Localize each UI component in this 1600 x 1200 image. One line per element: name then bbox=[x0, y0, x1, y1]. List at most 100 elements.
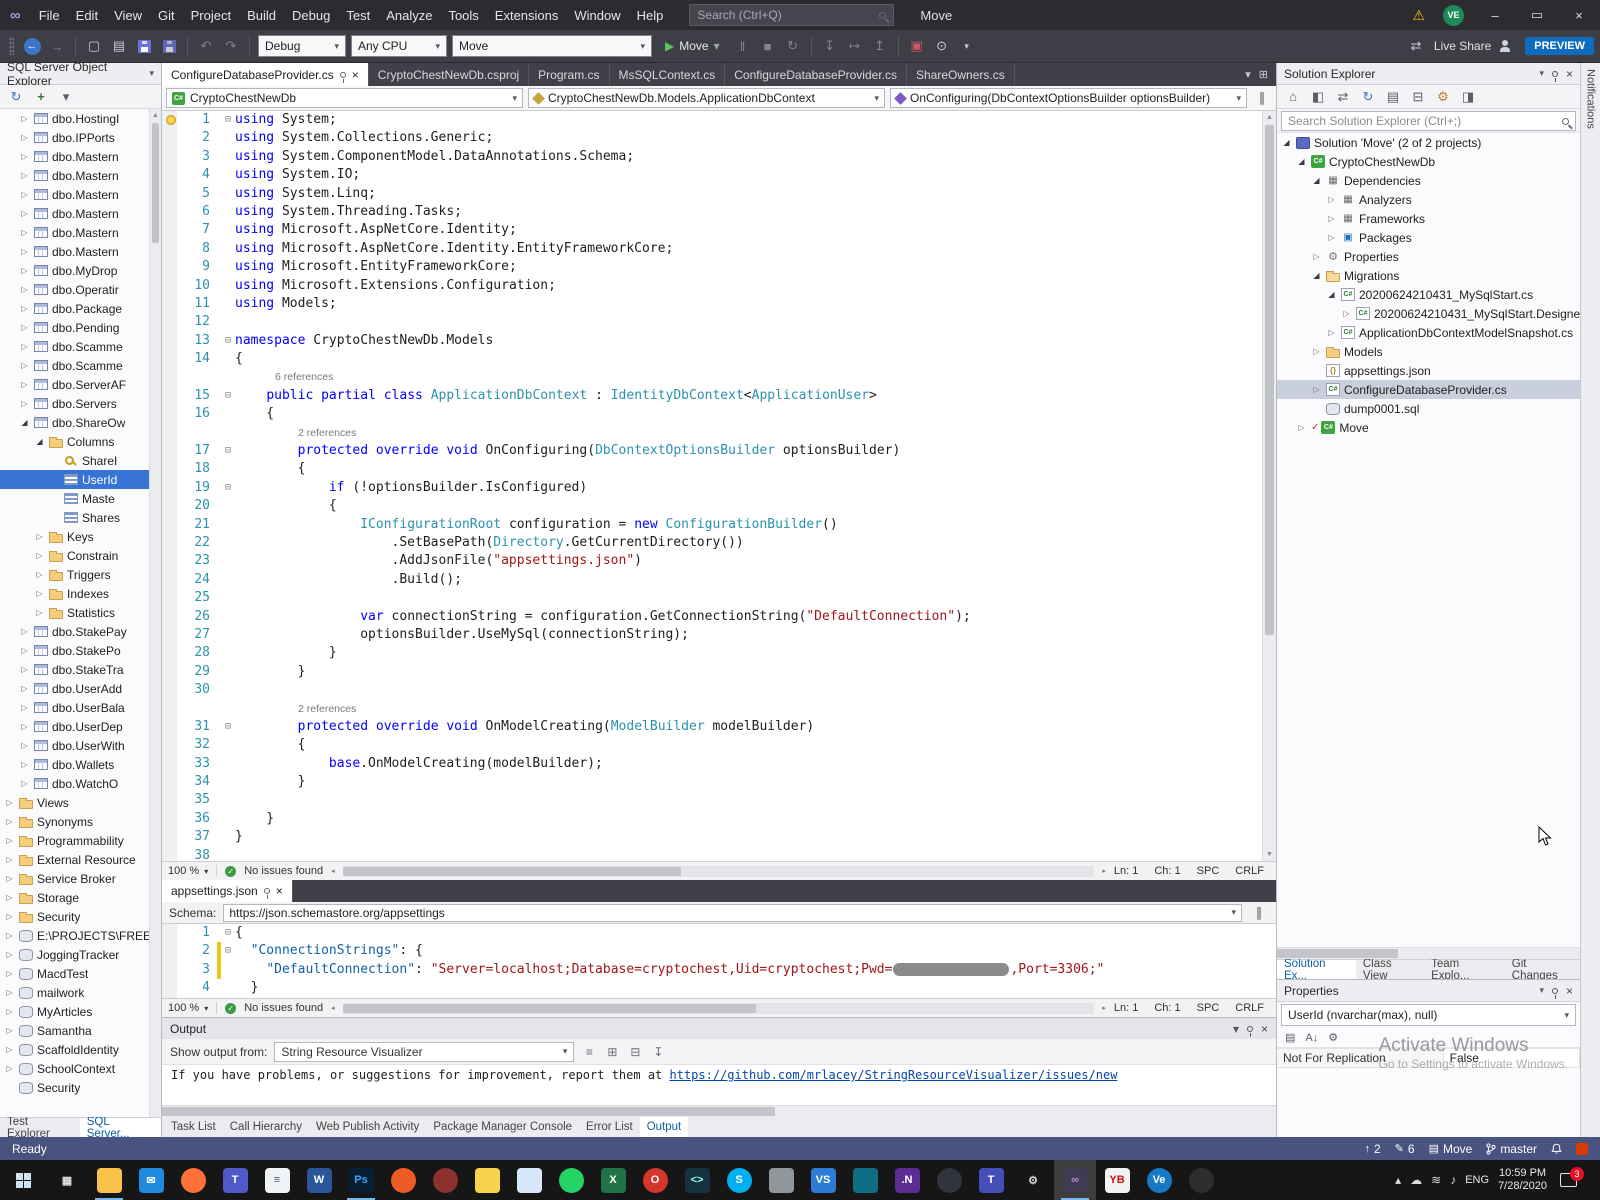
tree-item-dbo-mastern[interactable]: ▷ dbo.Mastern bbox=[0, 147, 161, 166]
code-line[interactable]: 24 .Build(); bbox=[162, 570, 1262, 590]
tree-item-dependencies[interactable]: ◢ ▦ Dependencies bbox=[1277, 171, 1580, 190]
taskbar-ybnet-icon[interactable]: YB bbox=[1096, 1160, 1138, 1200]
code-line[interactable]: 4 using System.IO; bbox=[162, 166, 1262, 185]
codelens-references[interactable]: 2 references bbox=[235, 700, 356, 718]
expand-arrow-icon[interactable]: ▷ bbox=[19, 760, 30, 769]
expand-arrow-icon[interactable]: ▷ bbox=[4, 969, 15, 978]
tree-item-appsettings-json[interactable]: {} appsettings.json bbox=[1277, 361, 1580, 380]
startup-project-dropdown[interactable]: Move ▾ bbox=[452, 35, 652, 57]
expand-arrow-icon[interactable]: ▷ bbox=[34, 589, 45, 598]
taskbar-whatsapp-icon[interactable] bbox=[550, 1160, 592, 1200]
code-line[interactable]: 2 using System.Collections.Generic; bbox=[162, 129, 1262, 148]
code-line[interactable]: 22 .SetBasePath(Directory.GetCurrentDire… bbox=[162, 533, 1262, 553]
expand-arrow-icon[interactable]: ▷ bbox=[4, 931, 15, 940]
expand-arrow-icon[interactable]: ▷ bbox=[19, 665, 30, 674]
tree-item-scaffoldidentity[interactable]: ▷ ScaffoldIdentity bbox=[0, 1040, 161, 1059]
step-into-icon[interactable]: ↧ bbox=[820, 36, 840, 56]
taskbar-app-gray-icon[interactable] bbox=[760, 1160, 802, 1200]
expand-arrow-icon[interactable]: ▷ bbox=[19, 646, 30, 655]
taskbar-code-editor-icon[interactable]: <> bbox=[676, 1160, 718, 1200]
categorized-icon[interactable]: ▤ bbox=[1285, 1031, 1295, 1044]
panel-tab-sql-server[interactable]: SQL Server... bbox=[79, 1116, 161, 1140]
menu-help[interactable]: Help bbox=[629, 0, 672, 30]
code-line[interactable]: 6 using System.Threading.Tasks; bbox=[162, 202, 1262, 222]
breadcrumb-project[interactable]: C# CryptoChestNewDb ▾ bbox=[166, 88, 523, 108]
split-window-icon[interactable]: ∥ bbox=[1249, 903, 1269, 923]
code-line[interactable]: 9 using Microsoft.EntityFrameworkCore; bbox=[162, 258, 1262, 277]
save-icon[interactable] bbox=[134, 36, 154, 56]
fold-marker[interactable]: ⊟ bbox=[221, 387, 235, 405]
filter-icon[interactable]: ▾ bbox=[58, 89, 74, 105]
expand-arrow-icon[interactable]: ▷ bbox=[19, 722, 30, 731]
expand-arrow-icon[interactable]: ▷ bbox=[1341, 309, 1352, 318]
add-sql-server-icon[interactable]: + bbox=[33, 89, 49, 104]
taskbar-ve-app-icon[interactable]: Ve bbox=[1138, 1160, 1180, 1200]
expand-arrow-icon[interactable]: ▷ bbox=[19, 114, 30, 123]
tree-item-20200624210431-mysqlstart-cs[interactable]: ◢ C# 20200624210431_MySqlStart.cs bbox=[1277, 285, 1580, 304]
solution-tree[interactable]: ◢ Solution 'Move' (2 of 2 projects) ◢ C# Cry… bbox=[1277, 133, 1580, 437]
clock[interactable]: 10:59 PM 7/28/2020 bbox=[1498, 1167, 1547, 1193]
clear-all-icon[interactable]: ⊞ bbox=[604, 1045, 620, 1059]
close-icon[interactable]: × bbox=[1566, 984, 1573, 998]
code-line[interactable]: 14 { bbox=[162, 350, 1262, 369]
tree-item-service-broker[interactable]: ▷ Service Broker bbox=[0, 869, 161, 888]
scroll-left-icon[interactable]: ◂ bbox=[331, 1004, 335, 1012]
find-message-icon[interactable]: ≡ bbox=[581, 1045, 597, 1059]
output-window-header[interactable]: Output ▾ × bbox=[162, 1017, 1276, 1039]
expand-arrow-icon[interactable]: ▷ bbox=[19, 323, 30, 332]
expand-arrow-icon[interactable]: ▷ bbox=[1326, 233, 1337, 242]
start-debugging-button[interactable]: ▶ Move ▾ bbox=[657, 34, 728, 58]
start-button[interactable] bbox=[0, 1160, 46, 1200]
float-window-icon[interactable]: ⊞ bbox=[1259, 68, 1268, 81]
code-line[interactable]: 20 { bbox=[162, 497, 1262, 516]
taskbar-word-icon[interactable]: W bbox=[298, 1160, 340, 1200]
panel-tab-package-manager-console[interactable]: Package Manager Console bbox=[426, 1117, 579, 1137]
code-line[interactable]: 2 references bbox=[162, 699, 1262, 718]
fold-marker[interactable]: ⊟ bbox=[221, 111, 235, 129]
taskbar-settings-icon[interactable]: ⚙ bbox=[1012, 1160, 1054, 1200]
panel-tab-solution-ex[interactable]: Solution Ex... bbox=[1277, 958, 1356, 982]
tree-item-sharei[interactable]: ShareI bbox=[0, 451, 161, 470]
warning-icon[interactable]: ⚠ bbox=[1412, 7, 1425, 24]
tree-item-dbo-mastern[interactable]: ▷ dbo.Mastern bbox=[0, 166, 161, 185]
notifications-tab[interactable]: Notifications bbox=[1580, 63, 1600, 1137]
save-all-icon[interactable] bbox=[159, 36, 179, 56]
step-out-icon[interactable]: ↥ bbox=[870, 36, 890, 56]
property-pages-icon[interactable]: ⚙ bbox=[1328, 1031, 1338, 1044]
undo-icon[interactable]: ↶ bbox=[196, 36, 216, 56]
breadcrumb-class[interactable]: CryptoChestNewDb.Models.ApplicationDbCon… bbox=[528, 88, 885, 108]
code-editor[interactable]: 1 ⊟ using System; 2 using System.Collections… bbox=[162, 111, 1276, 861]
active-files-dropdown-icon[interactable]: ▾ bbox=[1245, 68, 1251, 81]
refresh-icon[interactable]: ↻ bbox=[8, 89, 24, 105]
scroll-right-icon[interactable]: ▸ bbox=[1102, 1004, 1106, 1012]
menu-file[interactable]: File bbox=[31, 0, 68, 30]
taskbar-mail-icon[interactable]: ✉ bbox=[130, 1160, 172, 1200]
expand-arrow-icon[interactable]: ▷ bbox=[4, 855, 15, 864]
tree-item-dbo-mydrop[interactable]: ▷ dbo.MyDrop bbox=[0, 261, 161, 280]
taskbar-excel-icon[interactable]: X bbox=[592, 1160, 634, 1200]
expand-arrow-icon[interactable]: ▷ bbox=[1311, 252, 1322, 261]
collapse-arrow-icon[interactable]: ◢ bbox=[1311, 176, 1322, 185]
preview-selected-items-icon[interactable]: ◨ bbox=[1460, 89, 1476, 105]
taskbar-opera-icon[interactable]: O bbox=[634, 1160, 676, 1200]
expand-arrow-icon[interactable]: ▷ bbox=[19, 779, 30, 788]
taskbar-app-maroon-icon[interactable] bbox=[424, 1160, 466, 1200]
chevron-down-icon[interactable]: ▾ bbox=[1233, 1022, 1239, 1036]
back-icon[interactable]: ⌂ bbox=[1285, 89, 1301, 104]
tree-item-dbo-operatir[interactable]: ▷ dbo.Operatir bbox=[0, 280, 161, 299]
expand-arrow-icon[interactable]: ▷ bbox=[34, 532, 45, 541]
tree-item-configuredatabaseprovider-cs[interactable]: ▷ C# ConfigureDatabaseProvider.cs bbox=[1277, 380, 1580, 399]
tree-item-myarticles[interactable]: ▷ MyArticles bbox=[0, 1002, 161, 1021]
editor-tab-cryptochestnewdb-csproj-2[interactable]: CryptoChestNewDb.csproj bbox=[369, 63, 530, 86]
expand-arrow-icon[interactable]: ▷ bbox=[4, 874, 15, 883]
code-line[interactable]: 18 { bbox=[162, 460, 1262, 479]
tree-item-dbo-servers[interactable]: ▷ dbo.Servers bbox=[0, 394, 161, 413]
taskbar-firefox-icon[interactable] bbox=[172, 1160, 214, 1200]
expand-arrow-icon[interactable]: ▷ bbox=[4, 893, 15, 902]
json-horizontal-scrollbar[interactable] bbox=[342, 1002, 1095, 1014]
menu-edit[interactable]: Edit bbox=[68, 0, 106, 30]
expand-arrow-icon[interactable]: ▷ bbox=[4, 798, 15, 807]
solution-horizontal-scrollbar[interactable] bbox=[1277, 947, 1580, 959]
tree-item-dbo-serveraf[interactable]: ▷ dbo.ServerAF bbox=[0, 375, 161, 394]
code-line[interactable]: 38 bbox=[162, 846, 1262, 861]
